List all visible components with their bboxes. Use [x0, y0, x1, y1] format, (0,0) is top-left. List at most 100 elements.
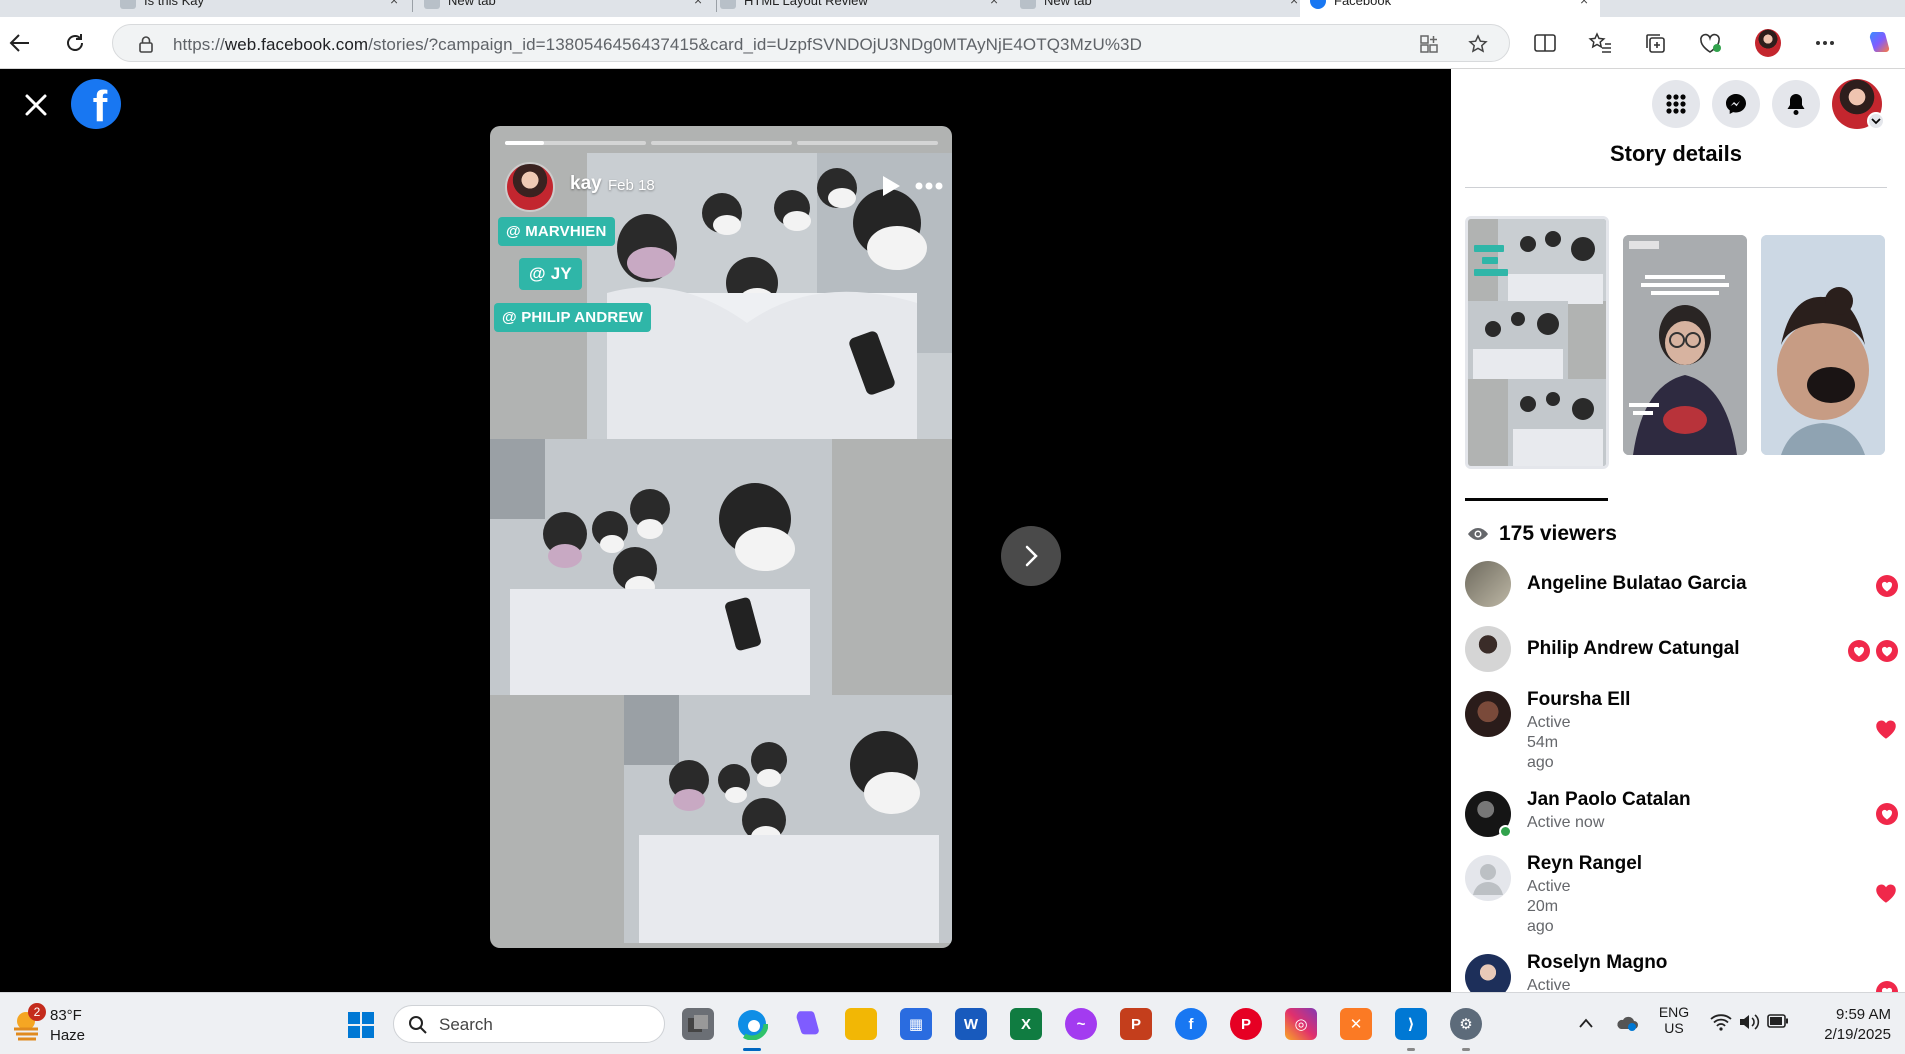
windows-start-icon[interactable]	[347, 1011, 375, 1039]
mention-tag[interactable]: @ JY	[519, 258, 582, 290]
excel-icon[interactable]: X	[1010, 1008, 1042, 1040]
onedrive-icon[interactable]	[1616, 1013, 1638, 1033]
viewer-name[interactable]: Philip Andrew Catungal	[1527, 638, 1740, 660]
app-available-icon[interactable]	[1419, 34, 1439, 54]
tab-close-icon[interactable]: ×	[990, 0, 1002, 7]
viewer-row[interactable]: Roselyn Magno Active	[1465, 952, 1898, 992]
story-thumbnail[interactable]	[1623, 235, 1747, 455]
love-reaction-icon	[1876, 803, 1898, 825]
tab-close-icon[interactable]: ×	[1580, 0, 1592, 7]
lock-icon[interactable]	[137, 35, 155, 53]
battery-icon[interactable]	[1767, 1014, 1789, 1028]
pinterest-icon[interactable]: P	[1230, 1008, 1262, 1040]
favorite-star-icon[interactable]	[1468, 34, 1488, 54]
wifi-icon[interactable]	[1710, 1013, 1732, 1031]
copilot-taskbar-icon[interactable]	[790, 1008, 822, 1040]
split-screen-icon[interactable]	[1532, 30, 1558, 56]
volume-icon[interactable]	[1738, 1013, 1760, 1031]
microsoft-store-icon[interactable]: ▦	[900, 1008, 932, 1040]
story-details-panel: Story details 175 viewers Angeline Bulat…	[1451, 69, 1905, 992]
tab-title: Is this Kay	[144, 0, 204, 8]
weather-temperature[interactable]: 83°F	[50, 1007, 82, 1024]
running-app-indicator	[1462, 1048, 1470, 1051]
love-reaction-icon	[1876, 981, 1898, 992]
viewer-row[interactable]: Reyn Rangel Active 20m ago	[1465, 853, 1896, 955]
story-author-avatar[interactable]	[505, 162, 555, 212]
back-button[interactable]	[6, 29, 34, 57]
settings-more-icon[interactable]	[1812, 30, 1838, 56]
viewer-row[interactable]: Philip Andrew Catungal	[1465, 626, 1898, 686]
tab-close-icon[interactable]: ×	[390, 0, 402, 7]
tab-favicon-icon	[424, 0, 440, 9]
messenger-icon	[1726, 94, 1746, 114]
facebook-taskbar-icon[interactable]: f	[1175, 1008, 1207, 1040]
xampp-icon[interactable]: ✕	[1340, 1008, 1372, 1040]
viewer-row[interactable]: Angeline Bulatao Garcia	[1465, 561, 1898, 621]
selected-thumbnail-indicator	[1465, 498, 1608, 501]
messenger-taskbar-icon[interactable]: ~	[1065, 1008, 1097, 1040]
word-icon[interactable]: W	[955, 1008, 987, 1040]
viewer-avatar[interactable]	[1465, 561, 1511, 607]
facebook-logo-icon[interactable]: f	[71, 79, 121, 129]
viewer-avatar[interactable]	[1465, 626, 1511, 672]
next-story-button[interactable]	[1001, 526, 1061, 586]
search-icon	[409, 1016, 427, 1034]
close-icon[interactable]	[22, 91, 50, 119]
viewer-name[interactable]: Roselyn Magno	[1527, 952, 1667, 974]
viewer-row[interactable]: Foursha Ell Active 54m ago	[1465, 689, 1896, 791]
windows-taskbar: 2 83°F Haze Search ▦ W X ~ P f P ◎ ✕ ⟩ ⚙…	[0, 992, 1905, 1054]
tab-close-icon[interactable]: ×	[694, 0, 706, 7]
viewer-name[interactable]: Jan Paolo Catalan	[1527, 789, 1691, 811]
account-menu-button[interactable]	[1867, 112, 1885, 130]
powerpoint-icon[interactable]: P	[1120, 1008, 1152, 1040]
language-indicator[interactable]: ENG US	[1656, 1004, 1692, 1036]
messenger-button[interactable]	[1712, 80, 1760, 128]
more-options-icon[interactable]	[914, 181, 944, 191]
notifications-button[interactable]	[1772, 80, 1820, 128]
viewer-name[interactable]: Foursha Ell	[1527, 689, 1630, 711]
love-reaction-icon	[1848, 640, 1870, 662]
taskbar-search[interactable]: Search	[393, 1005, 665, 1043]
favorites-icon[interactable]	[1587, 30, 1613, 56]
menu-button[interactable]	[1652, 80, 1700, 128]
viewer-name[interactable]: Angeline Bulatao Garcia	[1527, 573, 1747, 595]
story-photo	[490, 439, 832, 695]
browser-tab[interactable]: Is this Kay ×	[110, 0, 410, 17]
refresh-button[interactable]	[61, 29, 89, 57]
url-text[interactable]: https://web.facebook.com/stories/?campai…	[173, 35, 1142, 55]
weather-badge: 2	[28, 1003, 46, 1021]
story-thumbnail-selected[interactable]	[1465, 216, 1609, 469]
viewer-name[interactable]: Reyn Rangel	[1527, 853, 1642, 875]
browser-tab[interactable]: New tab ×	[1010, 0, 1310, 17]
profile-avatar[interactable]	[1755, 29, 1781, 57]
chevron-up-icon[interactable]	[1578, 1017, 1594, 1029]
browser-tab[interactable]: HTML Layout Review ×	[710, 0, 1010, 17]
mention-tag[interactable]: @ MARVHIEN	[498, 217, 615, 246]
copilot-icon[interactable]	[1865, 30, 1891, 56]
edge-icon[interactable]	[736, 1008, 768, 1040]
browser-tab-active[interactable]: Facebook ×	[1300, 0, 1600, 17]
address-bar[interactable]: https://web.facebook.com/stories/?campai…	[112, 24, 1510, 62]
story-thumbnail[interactable]	[1761, 235, 1885, 455]
viewers-count: 175 viewers	[1467, 522, 1617, 546]
browser-essentials-icon[interactable]	[1697, 30, 1723, 56]
file-explorer-icon[interactable]	[845, 1008, 877, 1040]
collections-icon[interactable]	[1642, 30, 1668, 56]
weather-condition[interactable]: Haze	[50, 1027, 85, 1044]
viewer-avatar[interactable]	[1465, 691, 1511, 737]
system-clock[interactable]: 9:59 AM 2/19/2025	[1824, 1005, 1891, 1045]
browser-tab[interactable]: New tab ×	[414, 0, 714, 17]
viewer-avatar[interactable]	[1465, 954, 1511, 992]
heart-icon	[1876, 720, 1896, 739]
grid-menu-icon	[1666, 94, 1686, 114]
viewer-avatar[interactable]	[1465, 855, 1511, 901]
story-author-name[interactable]: kay	[570, 173, 602, 195]
task-view-icon[interactable]	[682, 1008, 714, 1040]
play-icon[interactable]	[880, 174, 902, 198]
settings-gear-icon[interactable]: ⚙	[1450, 1008, 1482, 1040]
vscode-icon[interactable]: ⟩	[1395, 1008, 1427, 1040]
instagram-icon[interactable]: ◎	[1285, 1008, 1317, 1040]
viewer-status: Active	[1527, 977, 1571, 992]
mention-tag[interactable]: @ PHILIP ANDREW	[494, 303, 651, 332]
story-card[interactable]: kay Feb 18 @ MARVHIEN @ JY @ PHILIP ANDR…	[490, 126, 952, 948]
